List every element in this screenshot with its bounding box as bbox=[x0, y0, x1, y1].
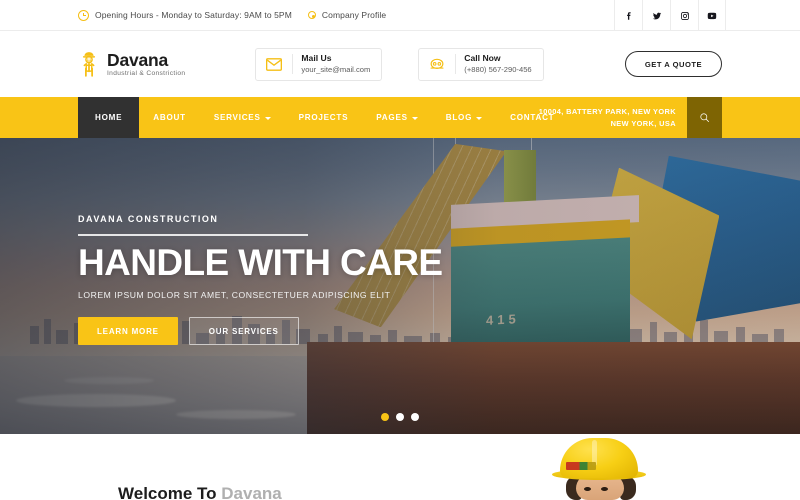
search-icon bbox=[700, 113, 709, 122]
envelope-icon bbox=[264, 57, 284, 71]
hero-buttons: LEARN MORE OUR SERVICES bbox=[78, 317, 442, 346]
nav-right-group: 10004, BATTERY PARK, NEW YORK NEW YORK, … bbox=[539, 97, 722, 138]
brand-tagline: Industrial & Constriction bbox=[107, 70, 186, 78]
welcome-section: Welcome To Davana bbox=[0, 434, 800, 500]
call-now-box[interactable]: Call Now (+880) 567-290-456 bbox=[418, 47, 544, 81]
main-navigation: HOME ABOUT SERVICES PROJECTS PAGES BLOG … bbox=[0, 97, 800, 138]
opening-hours-item: Opening Hours - Monday to Saturday: 9AM … bbox=[78, 9, 292, 21]
nav-label: SERVICES bbox=[213, 113, 261, 122]
hard-hat-label bbox=[566, 462, 596, 470]
address-line-2: NEW YORK, USA bbox=[610, 118, 676, 128]
welcome-brand: Davana bbox=[221, 484, 282, 500]
hero-title: HANDLE WITH CARE bbox=[78, 241, 443, 283]
opening-hours-label: Opening Hours - Monday to Saturday: 9AM … bbox=[95, 10, 292, 20]
top-bar-info-group: Opening Hours - Monday to Saturday: 9AM … bbox=[78, 9, 387, 21]
slider-dot-2[interactable] bbox=[396, 413, 404, 421]
nav-item-services[interactable]: SERVICES bbox=[200, 97, 285, 138]
youtube-icon[interactable] bbox=[698, 0, 726, 31]
nav-label: BLOG bbox=[445, 113, 473, 122]
mail-value: your_site@mail.com bbox=[301, 64, 371, 74]
chevron-down-icon bbox=[264, 116, 271, 120]
clock-icon bbox=[78, 9, 89, 21]
nav-label: ABOUT bbox=[153, 113, 186, 122]
eye-left bbox=[584, 487, 591, 491]
mail-title: Mail Us bbox=[301, 53, 332, 63]
company-profile-label: Company Profile bbox=[321, 10, 387, 20]
header-contacts: Mail Us your_site@mail.com Call Now (+88… bbox=[255, 47, 544, 81]
hero-eyebrow: DAVANA CONSTRUCTION bbox=[78, 214, 219, 224]
slider-dot-1[interactable] bbox=[381, 413, 389, 421]
worker-logo-icon bbox=[78, 51, 100, 77]
page-root: Opening Hours - Monday to Saturday: 9AM … bbox=[0, 0, 800, 500]
twitter-icon[interactable] bbox=[642, 0, 670, 31]
welcome-prefix: Welcome To bbox=[118, 484, 222, 500]
nav-item-blog[interactable]: BLOG bbox=[432, 97, 496, 138]
address-line-1: 10004, BATTERY PARK, NEW YORK bbox=[538, 107, 676, 117]
divider bbox=[455, 54, 457, 74]
mail-text: Mail Us your_site@mail.com bbox=[301, 53, 370, 75]
nav-address: 10004, BATTERY PARK, NEW YORK NEW YORK, … bbox=[539, 97, 687, 138]
mail-us-box[interactable]: Mail Us your_site@mail.com bbox=[255, 47, 383, 81]
hero-slider: 415 DAVANA CONSTRUCTION HANDLE WITH CARE… bbox=[0, 138, 800, 434]
site-header: Davana Industrial & Constriction Mail Us… bbox=[0, 31, 800, 97]
hard-hat bbox=[560, 438, 638, 478]
nav-item-projects[interactable]: PROJECTS bbox=[285, 97, 363, 138]
eye-right bbox=[601, 487, 608, 491]
call-value: (+880) 567-290-456 bbox=[464, 64, 532, 74]
social-links bbox=[614, 0, 726, 31]
chevron-down-icon bbox=[476, 116, 483, 120]
top-bar: Opening Hours - Monday to Saturday: 9AM … bbox=[0, 0, 800, 31]
slider-dot-3[interactable] bbox=[411, 413, 419, 421]
hero-divider bbox=[78, 234, 308, 236]
instagram-icon[interactable] bbox=[670, 0, 698, 31]
chevron-down-icon bbox=[411, 116, 418, 120]
hero-subtitle: LOREM IPSUM DOLOR SIT AMET, CONSECTETUER… bbox=[78, 290, 391, 301]
slider-pagination bbox=[381, 413, 419, 421]
nav-label: HOME bbox=[95, 113, 123, 122]
get-a-quote-button[interactable]: GET A QUOTE bbox=[625, 51, 722, 77]
nav-label: PROJECTS bbox=[298, 113, 349, 122]
logo-text-block: Davana Industrial & Constriction bbox=[107, 49, 186, 78]
logo[interactable]: Davana Industrial & Constriction bbox=[78, 49, 186, 78]
info-circle-icon bbox=[307, 11, 316, 19]
nav-item-home[interactable]: HOME bbox=[78, 97, 140, 138]
phone-icon bbox=[427, 58, 447, 71]
brand-name: Davana bbox=[107, 49, 169, 70]
call-title: Call Now bbox=[464, 53, 501, 63]
nav-label: PAGES bbox=[376, 113, 408, 122]
our-services-button[interactable]: OUR SERVICES bbox=[188, 317, 299, 346]
call-text: Call Now (+880) 567-290-456 bbox=[464, 53, 531, 75]
hero-content: DAVANA CONSTRUCTION HANDLE WITH CARE LOR… bbox=[78, 214, 443, 346]
search-button[interactable] bbox=[687, 97, 722, 138]
welcome-heading: Welcome To Davana bbox=[118, 484, 282, 500]
nav-item-pages[interactable]: PAGES bbox=[362, 97, 432, 138]
company-profile-item[interactable]: Company Profile bbox=[307, 10, 387, 20]
nav-items: HOME ABOUT SERVICES PROJECTS PAGES BLOG … bbox=[78, 97, 568, 138]
facebook-icon[interactable] bbox=[614, 0, 642, 31]
nav-item-about[interactable]: ABOUT bbox=[139, 97, 200, 138]
learn-more-button[interactable]: LEARN MORE bbox=[78, 317, 178, 346]
worker-photo bbox=[552, 438, 648, 500]
divider bbox=[292, 54, 294, 74]
